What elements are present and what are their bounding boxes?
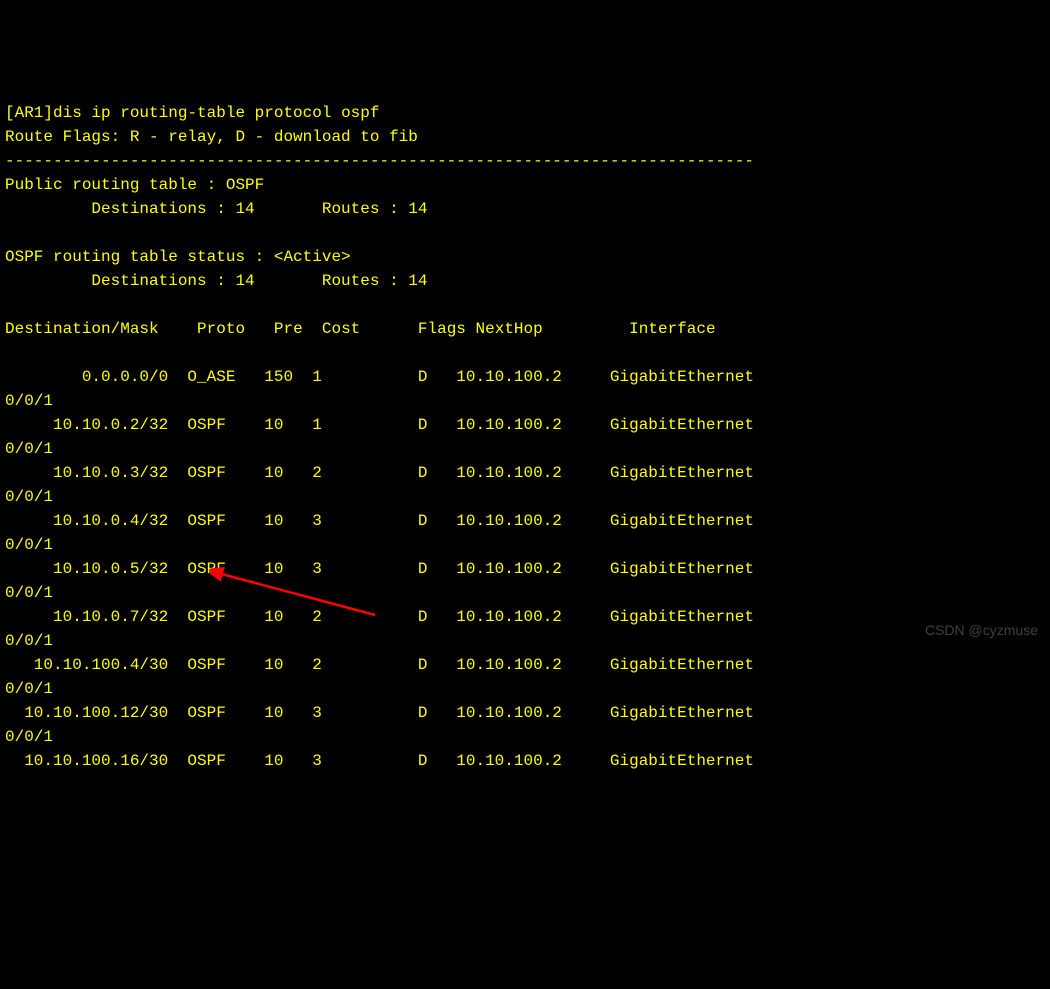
command: dis ip routing-table protocol ospf	[53, 104, 379, 122]
terminal-output: [AR1]dis ip routing-table protocol ospf …	[5, 101, 1045, 773]
header-cost: Cost	[322, 320, 360, 338]
status-header: OSPF routing table status : <Active>	[5, 248, 351, 266]
routes-list: 0.0.0.0/0 O_ASE 150 1 D 10.10.100.2 Giga…	[5, 368, 754, 770]
route-flags: Route Flags: R - relay, D - download to …	[5, 128, 418, 146]
separator: ----------------------------------------…	[5, 152, 754, 170]
header-flags: Flags	[418, 320, 466, 338]
header-interface: Interface	[629, 320, 715, 338]
public-dest-count: Destinations : 14 Routes : 14	[5, 200, 427, 218]
prompt: [AR1]	[5, 104, 53, 122]
header-proto: Proto	[197, 320, 245, 338]
header-pre: Pre	[274, 320, 303, 338]
header-nexthop: NextHop	[476, 320, 543, 338]
status-dest-count: Destinations : 14 Routes : 14	[5, 272, 427, 290]
public-table-title: Public routing table : OSPF	[5, 176, 264, 194]
header-dest: Destination/Mask	[5, 320, 159, 338]
watermark: CSDN @cyzmuse	[925, 620, 1038, 641]
